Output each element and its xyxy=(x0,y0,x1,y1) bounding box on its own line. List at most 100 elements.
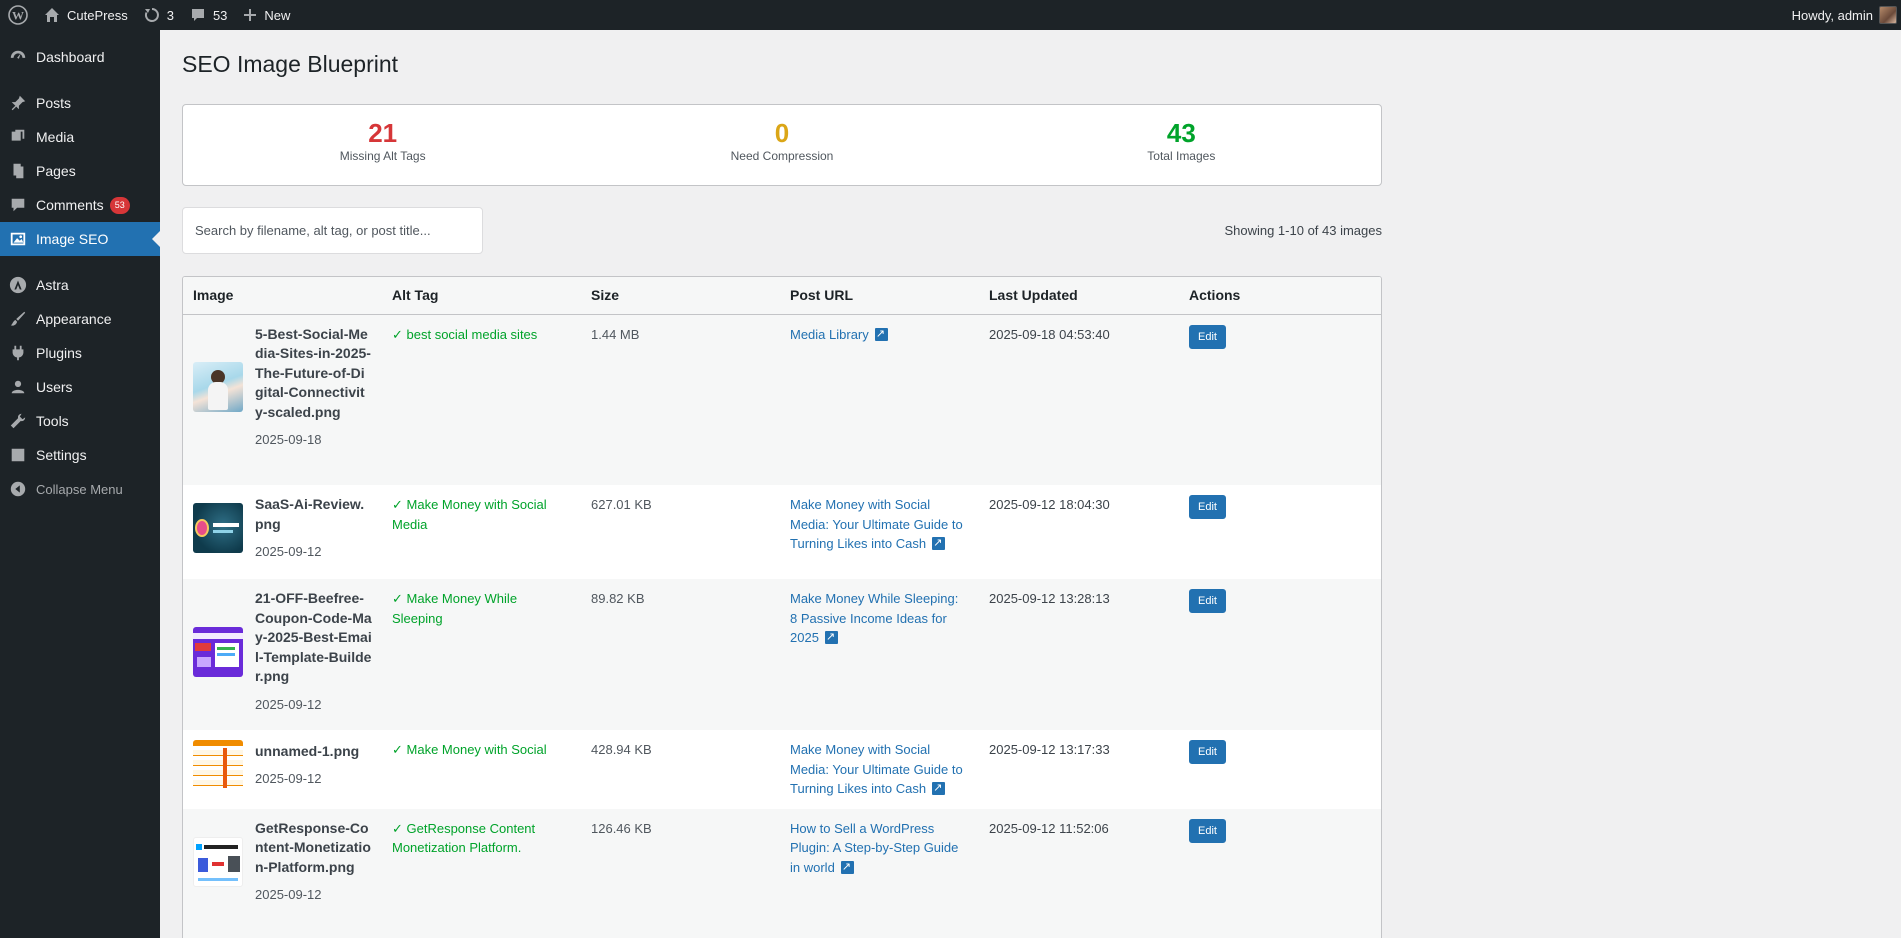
stat-label: Total Images xyxy=(1147,149,1216,163)
wordpress-logo-icon[interactable]: W xyxy=(0,0,36,30)
sidebar-item-image-seo[interactable]: Image SEO xyxy=(0,222,160,256)
header-last-updated: Last Updated xyxy=(979,277,1179,315)
image-filename: unnamed-1.png xyxy=(255,742,360,759)
sidebar-item-label: Media xyxy=(36,129,75,145)
table-row: 21-OFF-Beefree-Coupon-Code-May-2025-Best… xyxy=(183,579,1381,730)
post-url-link[interactable]: Media Library xyxy=(790,327,869,342)
external-link-icon[interactable] xyxy=(874,324,888,343)
alt-tag-value: ✓ GetResponse Content Monetization Platf… xyxy=(392,820,536,856)
image-icon xyxy=(8,229,28,249)
comments-count: 53 xyxy=(212,7,228,23)
stat-label: Missing Alt Tags xyxy=(339,149,426,163)
header-image: Image xyxy=(183,277,382,315)
dashboard-icon xyxy=(8,47,28,67)
plus-icon xyxy=(244,9,257,21)
image-thumbnail[interactable] xyxy=(193,362,243,412)
alt-tag-value: ✓ best social media sites xyxy=(392,326,538,342)
edit-button[interactable]: Edit xyxy=(1189,495,1226,519)
last-updated: 2025-09-12 18:04:30 xyxy=(989,497,1110,512)
stat-need-compression: 0 Need Compression xyxy=(582,105,981,185)
stat-label: Need Compression xyxy=(730,149,834,163)
sidebar-item-label: Dashboard xyxy=(36,49,105,65)
image-date: 2025-09-12 xyxy=(255,544,322,559)
table-header-row: Image Alt Tag Size Post URL Last Updated… xyxy=(183,277,1381,315)
sidebar-item-plugins[interactable]: Plugins xyxy=(0,336,160,370)
stats-panel: 21 Missing Alt Tags 0 Need Compression 4… xyxy=(182,104,1382,186)
updates-link[interactable]: 3 xyxy=(136,0,182,30)
site-name: CutePress xyxy=(67,7,128,23)
plug-icon xyxy=(8,343,28,363)
external-link-icon[interactable] xyxy=(932,533,946,553)
image-thumbnail[interactable] xyxy=(193,836,243,887)
sidebar-item-label: Settings xyxy=(36,447,87,463)
file-size: 1.44 MB xyxy=(591,326,640,342)
table-row: SaaS-Ai-Review.png 2025-09-12 ✓ Make Mon… xyxy=(183,485,1381,579)
new-content-link[interactable]: New xyxy=(235,0,298,30)
image-date: 2025-09-18 xyxy=(255,432,322,447)
comments-badge: 53 xyxy=(109,196,130,214)
external-link-icon[interactable] xyxy=(824,627,838,647)
stat-total-images: 43 Total Images xyxy=(982,105,1381,185)
page-title: SEO Image Blueprint xyxy=(182,51,399,77)
header-size: Size xyxy=(581,277,780,315)
my-account-link[interactable]: Howdy, admin xyxy=(1784,0,1901,30)
sidebar-item-media[interactable]: Media xyxy=(0,120,160,154)
sidebar-item-label: Collapse Menu xyxy=(36,481,123,497)
edit-button[interactable]: Edit xyxy=(1189,324,1226,349)
table-toolbar: Showing 1-10 of 43 images xyxy=(182,207,1382,254)
avatar xyxy=(1879,6,1897,24)
sidebar-item-label: Appearance xyxy=(36,311,112,327)
admin-bar: W CutePress 3 53 New Howdy, admin xyxy=(0,0,1901,30)
last-updated: 2025-09-12 11:52:06 xyxy=(989,820,1109,836)
last-updated: 2025-09-18 04:53:40 xyxy=(989,326,1110,342)
image-thumbnail[interactable] xyxy=(193,740,243,790)
sidebar-item-tools[interactable]: Tools xyxy=(0,404,160,438)
sidebar-item-users[interactable]: Users xyxy=(0,370,160,404)
edit-button[interactable]: Edit xyxy=(1189,589,1226,613)
images-table: Image Alt Tag Size Post URL Last Updated… xyxy=(182,276,1382,938)
image-thumbnail[interactable] xyxy=(193,503,243,554)
comments-icon xyxy=(8,195,28,215)
sidebar-item-appearance[interactable]: Appearance xyxy=(0,302,160,336)
search-input[interactable] xyxy=(182,207,483,254)
sidebar-item-label: Image SEO xyxy=(36,231,109,247)
alt-tag-value: ✓ Make Money While Sleeping xyxy=(392,591,518,626)
sidebar-item-astra[interactable]: Astra xyxy=(0,268,160,302)
main-content: SEO Image Blueprint 21 Missing Alt Tags … xyxy=(182,30,1382,938)
image-date: 2025-09-12 xyxy=(255,887,322,902)
sidebar-item-posts[interactable]: Posts xyxy=(0,86,160,120)
edit-button[interactable]: Edit xyxy=(1189,818,1226,843)
stat-value: 21 xyxy=(368,118,398,148)
stat-missing-alt: 21 Missing Alt Tags xyxy=(183,105,582,185)
collapse-menu-button[interactable]: Collapse Menu xyxy=(0,472,160,506)
post-url-link[interactable]: Make Money While Sleeping: 8 Passive Inc… xyxy=(790,591,958,645)
wrench-icon xyxy=(8,411,28,431)
sidebar-item-settings[interactable]: Settings xyxy=(0,438,160,472)
alt-tag-value: ✓ Make Money with Social xyxy=(392,742,547,757)
brush-icon xyxy=(8,309,28,329)
user-icon xyxy=(8,377,28,397)
pages-icon xyxy=(8,161,28,181)
updates-icon xyxy=(144,8,159,22)
astra-icon xyxy=(8,275,28,295)
site-name-link[interactable]: CutePress xyxy=(36,0,136,30)
external-link-icon[interactable] xyxy=(840,857,854,876)
edit-button[interactable]: Edit xyxy=(1189,740,1226,764)
external-link-icon[interactable] xyxy=(932,778,946,798)
image-date: 2025-09-12 xyxy=(255,696,322,712)
pin-icon xyxy=(8,93,28,113)
sidebar-item-comments[interactable]: Comments 53 xyxy=(0,188,160,222)
file-size: 627.01 KB xyxy=(591,497,652,512)
image-filename: 21-OFF-Beefree-Coupon-Code-May-2025-Best… xyxy=(255,590,372,684)
image-thumbnail[interactable] xyxy=(193,626,243,677)
sidebar-item-pages[interactable]: Pages xyxy=(0,154,160,188)
sidebar-item-label: Posts xyxy=(36,95,72,111)
post-url-link[interactable]: How to Sell a WordPress Plugin: A Step-b… xyxy=(790,821,958,875)
table-row: unnamed-1.png 2025-09-12 ✓ Make Money wi… xyxy=(183,730,1381,809)
sidebar-item-dashboard[interactable]: Dashboard xyxy=(0,40,160,74)
admin-sidebar: Dashboard Posts Media Pages Comments 53 … xyxy=(0,30,160,938)
showing-count: Showing 1-10 of 43 images xyxy=(1224,223,1382,238)
comments-link[interactable]: 53 xyxy=(182,0,235,30)
stat-value: 43 xyxy=(1166,118,1196,148)
image-filename: SaaS-Ai-Review.png xyxy=(255,496,365,532)
